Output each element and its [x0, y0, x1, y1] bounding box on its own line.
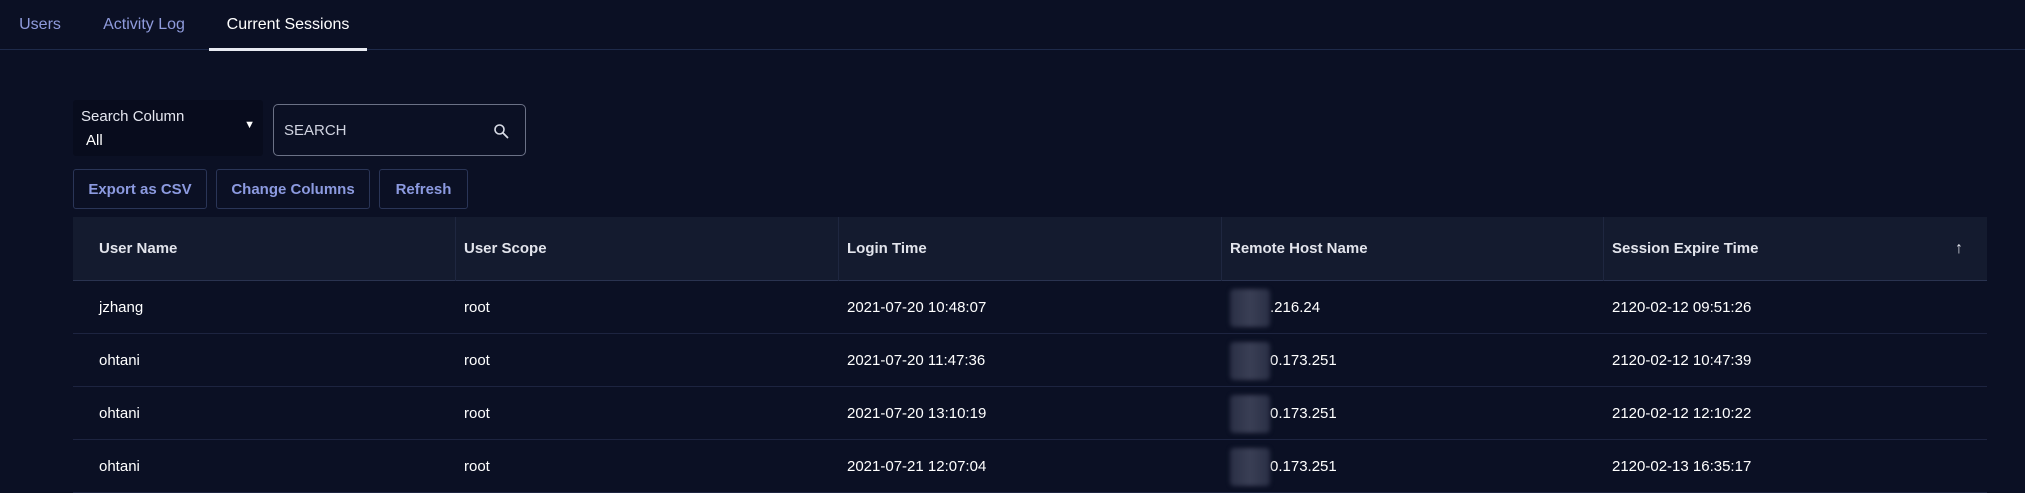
- cell-remote-host-text: .216.24: [1270, 299, 1321, 316]
- cell-remote-host: 0.173.251: [1222, 440, 1337, 493]
- cell-user-name: ohtani: [99, 458, 140, 475]
- table-row[interactable]: ohtani root 2021-07-20 11:47:36 0.173.25…: [73, 334, 1987, 387]
- search-input[interactable]: [282, 105, 482, 155]
- cell-remote-host-text: 0.173.251: [1270, 352, 1337, 369]
- tab-activity-log[interactable]: Activity Log: [90, 0, 198, 50]
- cell-user-name: jzhang: [99, 299, 144, 316]
- column-header-user-name[interactable]: User Name: [73, 217, 456, 281]
- change-columns-button[interactable]: Change Columns: [216, 169, 370, 209]
- cell-session-expire: 2120-02-12 09:51:26: [1612, 299, 1752, 316]
- table-row[interactable]: ohtani root 2021-07-20 13:10:19 0.173.25…: [73, 387, 1987, 440]
- table-row[interactable]: ohtani root 2021-07-21 12:07:04 0.173.25…: [73, 440, 1987, 493]
- tab-current-sessions[interactable]: Current Sessions: [209, 0, 367, 51]
- search-icon[interactable]: [493, 123, 509, 139]
- tab-users[interactable]: Users: [0, 0, 80, 50]
- sessions-table: User Name User Scope Login Time Remote H…: [73, 217, 1987, 493]
- cell-login-time: 2021-07-20 13:10:19: [847, 405, 987, 422]
- cell-user-scope: root: [464, 458, 490, 475]
- redacted-blur: [1230, 395, 1270, 434]
- cell-login-time: 2021-07-21 12:07:04: [847, 458, 987, 475]
- search-field[interactable]: [273, 104, 526, 156]
- cell-user-name: ohtani: [99, 405, 140, 422]
- table-header: User Name User Scope Login Time Remote H…: [73, 217, 1987, 281]
- cell-session-expire: 2120-02-12 10:47:39: [1612, 352, 1752, 369]
- cell-remote-host-text: 0.173.251: [1270, 458, 1337, 475]
- column-header-session-expire[interactable]: Session Expire Time ↑: [1604, 217, 1987, 281]
- cell-login-time: 2021-07-20 10:48:07: [847, 299, 987, 316]
- column-header-remote-host[interactable]: Remote Host Name: [1222, 217, 1604, 281]
- column-header-user-scope[interactable]: User Scope: [456, 217, 839, 281]
- cell-remote-host: 0.173.251: [1222, 334, 1337, 387]
- redacted-blur: [1230, 289, 1270, 328]
- export-csv-button[interactable]: Export as CSV: [73, 169, 207, 209]
- caret-down-icon: ▼: [244, 119, 255, 131]
- cell-user-name: ohtani: [99, 352, 140, 369]
- arrow-up-icon[interactable]: ↑: [1955, 217, 1963, 281]
- search-column-value: All: [86, 132, 103, 149]
- cell-user-scope: root: [464, 405, 490, 422]
- column-header-login-time[interactable]: Login Time: [839, 217, 1222, 281]
- cell-login-time: 2021-07-20 11:47:36: [847, 352, 986, 369]
- tab-bar: Users Activity Log Current Sessions: [0, 0, 2025, 51]
- cell-user-scope: root: [464, 352, 490, 369]
- cell-session-expire: 2120-02-13 16:35:17: [1612, 458, 1752, 475]
- cell-remote-host: .216.24: [1222, 281, 1320, 334]
- redacted-blur: [1230, 342, 1270, 381]
- search-column-label: Search Column: [81, 108, 185, 125]
- search-column-select[interactable]: Search Column All ▼: [73, 100, 263, 156]
- redacted-blur: [1230, 448, 1270, 487]
- cell-remote-host-text: 0.173.251: [1270, 405, 1337, 422]
- refresh-button[interactable]: Refresh: [379, 169, 468, 209]
- table-row[interactable]: jzhang root 2021-07-20 10:48:07 .216.24 …: [73, 281, 1987, 334]
- cell-user-scope: root: [464, 299, 490, 316]
- cell-session-expire: 2120-02-12 12:10:22: [1612, 405, 1752, 422]
- column-header-label: Session Expire Time: [1612, 240, 1759, 257]
- cell-remote-host: 0.173.251: [1222, 387, 1337, 440]
